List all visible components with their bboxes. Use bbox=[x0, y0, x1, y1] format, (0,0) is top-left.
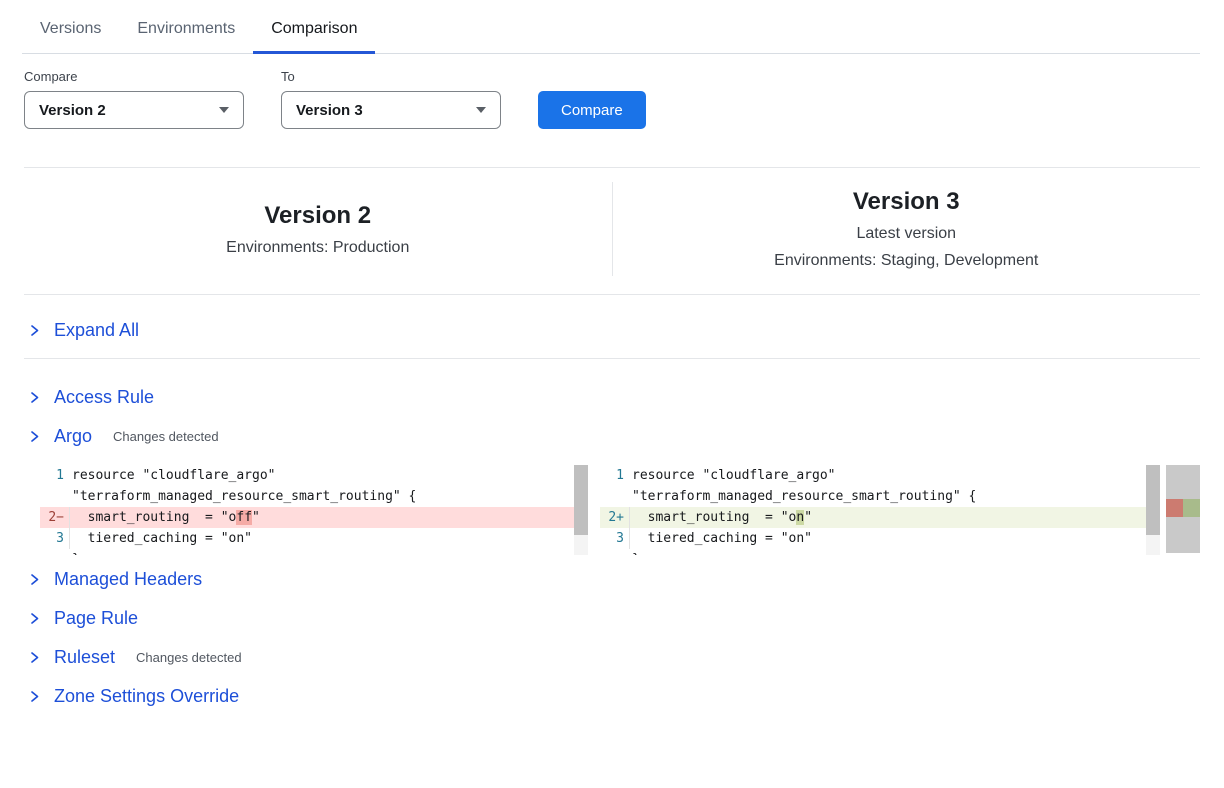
chevron-right-icon bbox=[28, 690, 41, 703]
diff-line: "terraform_managed_resource_smart_routin… bbox=[40, 486, 588, 507]
line-number bbox=[600, 549, 630, 555]
chevron-right-icon bbox=[28, 612, 41, 625]
section-ruleset[interactable]: Ruleset Changes detected bbox=[24, 647, 1200, 668]
section-label: Access Rule bbox=[54, 387, 154, 408]
code-text: "terraform_managed_resource_smart_routin… bbox=[630, 486, 976, 507]
compare-version-select[interactable]: Version 2 bbox=[24, 91, 244, 129]
section-label: Page Rule bbox=[54, 608, 138, 629]
tab-versions[interactable]: Versions bbox=[22, 18, 119, 54]
version-headers: Version 2 Environments: Production Versi… bbox=[24, 168, 1200, 294]
chevron-down-icon bbox=[219, 107, 229, 113]
section-managed-headers[interactable]: Managed Headers bbox=[24, 569, 1200, 590]
compare-label: Compare bbox=[24, 69, 244, 84]
right-version-subtitle: Latest version bbox=[856, 225, 956, 243]
section-argo[interactable]: Argo Changes detected bbox=[24, 426, 1200, 447]
diff-line: } bbox=[600, 549, 1160, 555]
diff-overview-ruler[interactable] bbox=[1166, 465, 1200, 553]
line-number: 1 bbox=[600, 465, 630, 486]
removed-marker bbox=[1166, 499, 1183, 517]
diff-right-editor: 1 resource "cloudflare_argo" "terraform_… bbox=[600, 465, 1160, 555]
line-number bbox=[600, 486, 630, 507]
code-text: smart_routing = "on" bbox=[630, 507, 812, 528]
expand-all-button[interactable]: Expand All bbox=[24, 295, 1200, 358]
indent-guide bbox=[629, 507, 630, 528]
code-text: "terraform_managed_resource_smart_routin… bbox=[70, 486, 416, 507]
chevron-right-icon bbox=[28, 391, 41, 404]
right-version-header: Version 3 Latest version Environments: S… bbox=[613, 182, 1201, 276]
changes-detected-badge: Changes detected bbox=[113, 429, 219, 444]
right-version-environments: Environments: Staging, Development bbox=[774, 252, 1038, 270]
chevron-right-icon bbox=[28, 573, 41, 586]
compare-button[interactable]: Compare bbox=[538, 91, 646, 129]
left-version-environments: Environments: Production bbox=[226, 239, 409, 257]
section-label: Argo bbox=[54, 426, 92, 447]
diff-line-removed: 2− smart_routing = "off" bbox=[40, 507, 588, 528]
changes-detected-badge: Changes detected bbox=[136, 650, 242, 665]
to-version-select[interactable]: Version 3 bbox=[281, 91, 501, 129]
tab-comparison[interactable]: Comparison bbox=[253, 18, 375, 54]
compare-form: Compare Version 2 To Version 3 Compare bbox=[24, 69, 1200, 129]
diff-line: 3 tiered_caching = "on" bbox=[600, 528, 1160, 549]
chevron-right-icon bbox=[28, 651, 41, 664]
section-label: Zone Settings Override bbox=[54, 686, 239, 707]
added-marker bbox=[1183, 499, 1200, 517]
indent-guide bbox=[69, 528, 70, 549]
line-number: 2+ bbox=[600, 507, 630, 528]
diff-line: 1 resource "cloudflare_argo" bbox=[40, 465, 588, 486]
to-label: To bbox=[281, 69, 501, 84]
code-text: } bbox=[70, 549, 80, 555]
chevron-right-icon bbox=[28, 324, 41, 337]
diff-line: "terraform_managed_resource_smart_routin… bbox=[600, 486, 1160, 507]
left-version-title: Version 2 bbox=[264, 202, 371, 230]
code-text: } bbox=[630, 549, 640, 555]
line-number bbox=[40, 549, 70, 555]
line-number: 3 bbox=[40, 528, 70, 549]
indent-guide bbox=[69, 507, 70, 528]
chevron-right-icon bbox=[28, 430, 41, 443]
section-access-rule[interactable]: Access Rule bbox=[24, 387, 1200, 408]
line-number: 1 bbox=[40, 465, 70, 486]
tab-environments[interactable]: Environments bbox=[119, 18, 253, 54]
diff-line: 1 resource "cloudflare_argo" bbox=[600, 465, 1160, 486]
code-text: tiered_caching = "on" bbox=[70, 528, 252, 549]
section-label: Managed Headers bbox=[54, 569, 202, 590]
comparison-page: Versions Environments Comparison Compare… bbox=[0, 0, 1224, 788]
code-text: resource "cloudflare_argo" bbox=[630, 465, 836, 486]
diff-line: 3 tiered_caching = "on" bbox=[40, 528, 588, 549]
line-number bbox=[40, 486, 70, 507]
line-number: 2− bbox=[40, 507, 70, 528]
compare-version-value: Version 2 bbox=[39, 102, 106, 119]
section-label: Ruleset bbox=[54, 647, 115, 668]
expand-all-label: Expand All bbox=[54, 320, 139, 341]
scrollbar-thumb[interactable] bbox=[1146, 465, 1160, 535]
code-text: resource "cloudflare_argo" bbox=[70, 465, 276, 486]
section-page-rule[interactable]: Page Rule bbox=[24, 608, 1200, 629]
removed-chars: ff bbox=[236, 510, 252, 525]
compare-field: Compare Version 2 bbox=[24, 69, 244, 129]
left-version-header: Version 2 Environments: Production bbox=[24, 182, 613, 276]
diff-line: } bbox=[40, 549, 588, 555]
indent-guide bbox=[629, 528, 630, 549]
chevron-down-icon bbox=[476, 107, 486, 113]
code-text: smart_routing = "off" bbox=[70, 507, 260, 528]
resource-sections: Access Rule Argo Changes detected 1 reso… bbox=[24, 359, 1200, 707]
to-field: To Version 3 bbox=[281, 69, 501, 129]
argo-diff-viewer: 1 resource "cloudflare_argo" "terraform_… bbox=[40, 465, 1200, 555]
scrollbar-thumb[interactable] bbox=[574, 465, 588, 535]
diff-line-added: 2+ smart_routing = "on" bbox=[600, 507, 1160, 528]
tab-bar: Versions Environments Comparison bbox=[22, 0, 1200, 54]
to-version-value: Version 3 bbox=[296, 102, 363, 119]
line-number: 3 bbox=[600, 528, 630, 549]
code-text: tiered_caching = "on" bbox=[630, 528, 812, 549]
diff-left-editor: 1 resource "cloudflare_argo" "terraform_… bbox=[40, 465, 588, 555]
section-zone-settings-override[interactable]: Zone Settings Override bbox=[24, 686, 1200, 707]
right-version-title: Version 3 bbox=[853, 188, 960, 216]
